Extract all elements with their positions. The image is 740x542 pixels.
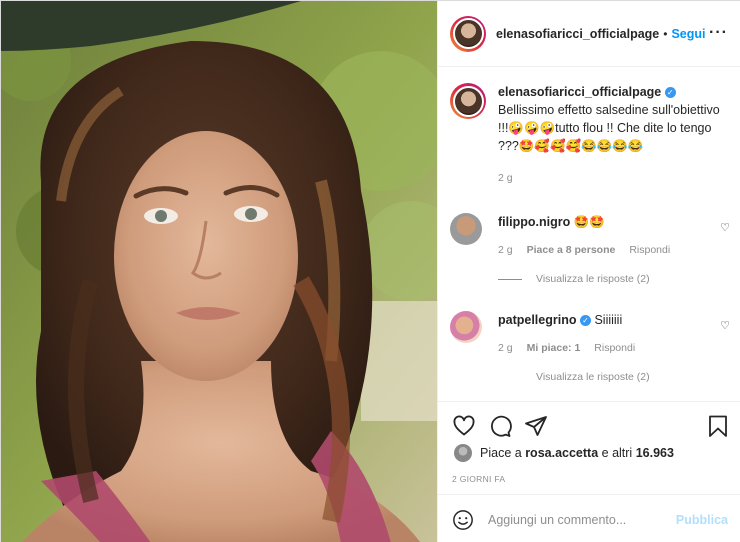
separator-dot: • [663,26,668,41]
comment-item: patpellegrino ✓ Siiiiiii 2 g Mi piace: 1 R… [450,311,730,383]
replies-divider [498,278,522,280]
caption-text: Bellissimo effetto salsedine sull'obiett… [498,103,720,153]
bookmark-icon[interactable] [706,414,730,438]
comment-item: filippo.nigro 🤩🤩 2 g Piace a 8 persone Ris… [450,213,730,285]
caption-avatar[interactable] [450,83,486,119]
liker-avatar [454,444,472,462]
follow-button[interactable]: Segui [671,27,705,41]
action-icons [452,414,730,438]
likes-prefix: Piace a [480,446,522,460]
comment-likes[interactable]: Mi piace: 1 [527,342,581,354]
commenter-avatar[interactable] [450,311,482,343]
reply-button[interactable]: Rispondi [594,342,635,354]
likes-count[interactable]: 16.963 [636,446,674,460]
comment-heart-icon[interactable]: ♡ [720,319,730,332]
post-time-ago[interactable]: 2 GIORNI FA [452,474,505,484]
caption-time[interactable]: 2 g [498,172,513,184]
comment-likes[interactable]: Piace a 8 persone [527,244,616,256]
view-replies[interactable]: Visualizza le risposte (2) [498,273,730,285]
author-avatar[interactable] [450,15,486,52]
comment-icon[interactable] [488,414,512,438]
add-comment-bar: Pubblica [438,494,740,542]
liker-username[interactable]: rosa.accetta [525,446,598,460]
publish-button[interactable]: Pubblica [676,513,728,527]
avatar-image [452,85,484,117]
share-icon[interactable] [524,414,548,438]
emoji-icon[interactable] [452,509,474,531]
post-caption: elenasofiaricci_officialpage ✓ Bellissim… [450,83,730,187]
reply-button[interactable]: Rispondi [629,244,670,256]
verified-badge-icon: ✓ [664,87,676,98]
heart-icon[interactable] [452,414,476,438]
view-replies[interactable]: Visualizza le risposte (2) [498,371,730,383]
comment-text: 🤩🤩 [573,215,605,229]
verified-badge-icon: ✓ [579,315,591,326]
post-header: elenasofiaricci_officialpage • Segui ··· [438,1,740,67]
likes-summary[interactable]: Piace a rosa.accetta e altri 16.963 [454,444,674,462]
comment-username[interactable]: filippo.nigro [498,215,570,229]
caption-username[interactable]: elenasofiaricci_officialpage [498,85,661,99]
instagram-post: elenasofiaricci_officialpage • Segui ···… [0,0,740,542]
post-photo[interactable] [1,1,437,542]
view-replies-label[interactable]: Visualizza le risposte (2) [536,371,650,383]
comment-heart-icon[interactable]: ♡ [720,221,730,234]
comments-list[interactable]: elenasofiaricci_officialpage ✓ Bellissim… [438,67,740,401]
likes-middle: e altri [601,446,633,460]
avatar-image [452,18,484,49]
comment-time[interactable]: 2 g [498,244,513,256]
view-replies-label[interactable]: Visualizza le risposte (2) [536,273,650,285]
comment-text: Siiiiiii [594,313,623,327]
commenter-avatar[interactable] [450,213,482,245]
comment-time[interactable]: 2 g [498,342,513,354]
more-icon[interactable]: ··· [709,25,728,41]
post-actions: Piace a rosa.accetta e altri 16.963 2 GI… [438,401,740,542]
comment-input[interactable] [488,512,676,527]
comment-username[interactable]: patpellegrino [498,313,576,327]
post-side-panel: elenasofiaricci_officialpage • Segui ···… [437,1,740,542]
author-username[interactable]: elenasofiaricci_officialpage [496,27,659,41]
